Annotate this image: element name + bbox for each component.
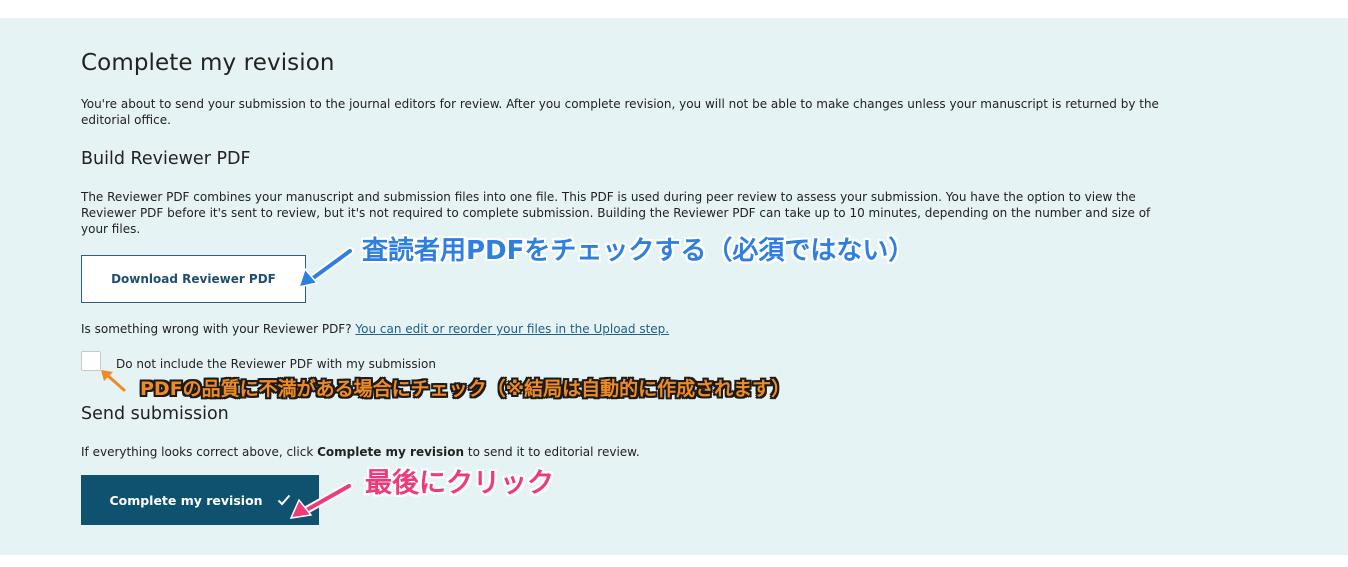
send-text-before: If everything looks correct above, click	[81, 445, 318, 459]
reviewer-pdf-problem-line: Is something wrong with your Reviewer PD…	[81, 321, 1171, 337]
complete-revision-label: Complete my revision	[109, 492, 263, 508]
annotation-orange: PDFの品質に不満がある場合にチェック（※結局は自動的に作成されます）	[140, 378, 791, 400]
edit-files-link[interactable]: You can edit or reorder your files in th…	[355, 322, 669, 336]
pink-arrow-icon	[289, 482, 353, 519]
intro-text: You're about to send your submission to …	[81, 97, 1159, 127]
annotation-pink: 最後にクリック	[365, 468, 554, 499]
complete-revision-button[interactable]: Complete my revision	[81, 475, 319, 525]
blue-arrow-icon	[297, 247, 354, 289]
page-title: Complete my revision	[81, 50, 335, 76]
reviewer-pdf-problem-text: Is something wrong with your Reviewer PD…	[81, 322, 356, 336]
send-instructions: If everything looks correct above, click…	[81, 444, 1171, 460]
send-submission-heading: Send submission	[81, 404, 229, 424]
download-reviewer-pdf-button[interactable]: Download Reviewer PDF	[81, 255, 306, 303]
send-text-bold: Complete my revision	[317, 445, 465, 459]
reviewer-pdf-heading: Build Reviewer PDF	[81, 149, 251, 169]
exclude-reviewer-pdf-label[interactable]: Do not include the Reviewer PDF with my …	[116, 356, 616, 372]
annotation-blue: 査読者用PDFをチェックする（必須ではない）	[362, 236, 915, 266]
send-text-after: to send it to editorial review.	[464, 445, 640, 459]
orange-arrow-icon	[101, 370, 126, 392]
